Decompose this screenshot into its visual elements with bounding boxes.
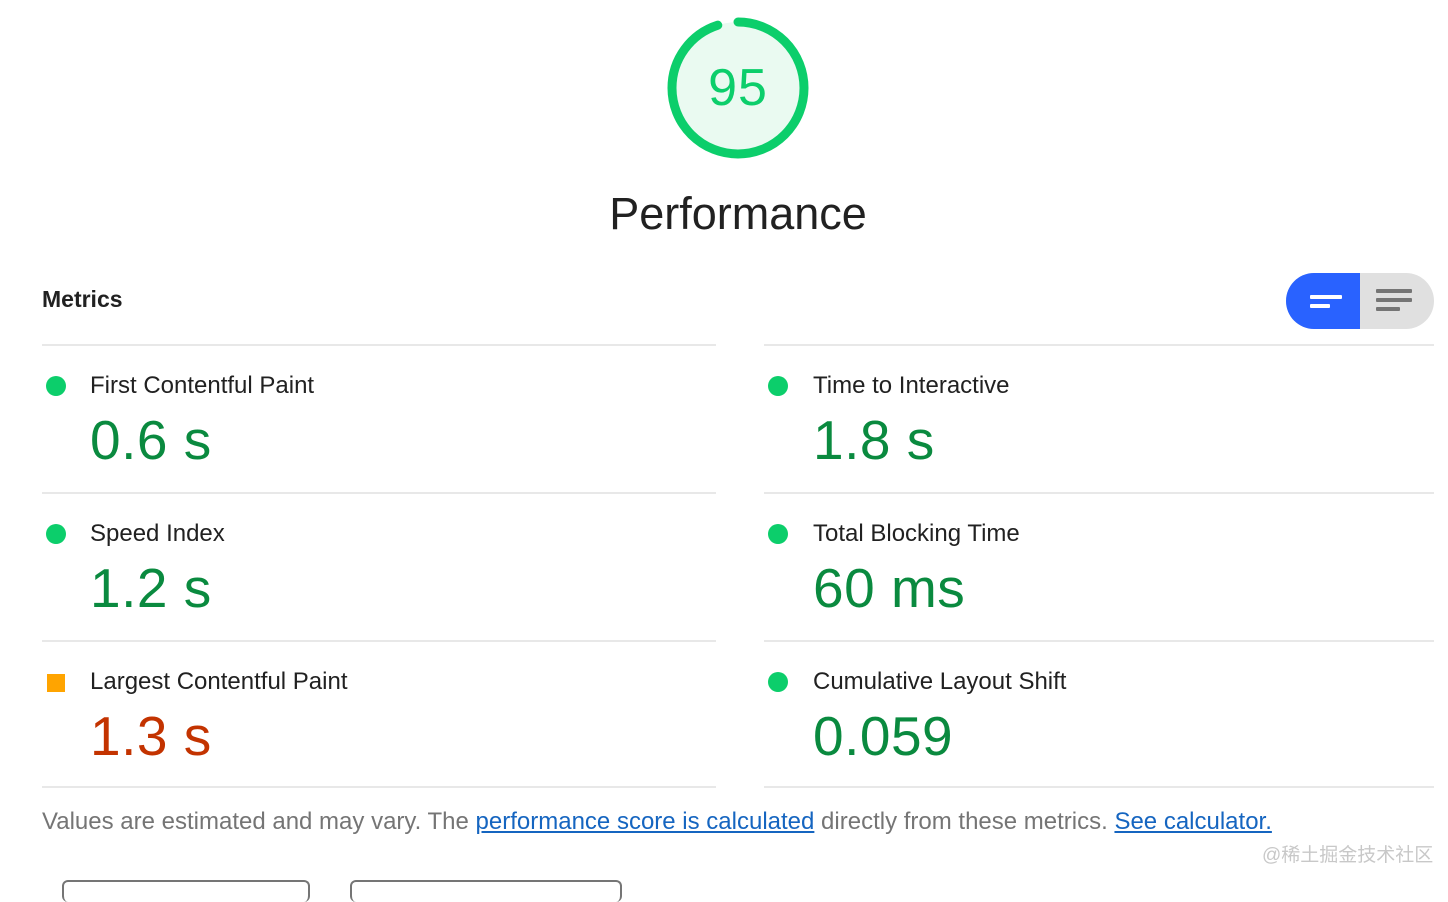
metric-value: 0.059	[813, 705, 954, 767]
metric-value: 60 ms	[813, 557, 966, 619]
metric-value: 1.3 s	[90, 705, 212, 767]
watermark: @稀土掘金技术社区	[1262, 845, 1434, 866]
metric-value: 0.6 s	[90, 409, 212, 471]
partial-button[interactable]	[62, 880, 310, 902]
pass-indicator-icon	[46, 524, 66, 544]
metrics-view-toggle[interactable]	[1286, 273, 1434, 329]
divider	[764, 786, 1434, 788]
divider	[42, 640, 716, 642]
category-title: Performance	[609, 188, 867, 239]
score-calculation-link[interactable]: performance score is calculated	[476, 808, 815, 835]
divider	[42, 492, 716, 494]
metric-value: 1.2 s	[90, 557, 212, 619]
pass-indicator-icon	[768, 524, 788, 544]
metrics-disclaimer: Values are estimated and may vary. The p…	[42, 808, 1272, 836]
see-calculator-link[interactable]: See calculator.	[1114, 808, 1271, 835]
metric-label: Total Blocking Time	[813, 520, 1020, 547]
compact-view-button[interactable]	[1286, 273, 1360, 329]
metric-label: Time to Interactive	[813, 372, 1010, 399]
divider	[42, 786, 716, 788]
pass-indicator-icon	[768, 672, 788, 692]
disclaimer-text: directly from these metrics.	[814, 808, 1115, 835]
pass-indicator-icon	[768, 376, 788, 396]
divider	[764, 640, 1434, 642]
disclaimer-text: Values are estimated and may vary. The	[42, 808, 476, 835]
metric-label: Speed Index	[90, 520, 225, 547]
partial-button[interactable]	[350, 880, 622, 902]
metric-value: 1.8 s	[813, 409, 935, 471]
divider	[764, 344, 1434, 346]
metrics-heading: Metrics	[42, 286, 123, 312]
score-value: 95	[708, 59, 768, 117]
divider	[42, 344, 716, 346]
metric-label: Cumulative Layout Shift	[813, 668, 1067, 695]
average-indicator-icon	[47, 674, 65, 692]
expanded-view-button[interactable]	[1360, 273, 1434, 329]
performance-score-gauge: 95	[664, 14, 812, 162]
metric-label: Largest Contentful Paint	[90, 668, 348, 695]
metric-label: First Contentful Paint	[90, 372, 315, 399]
pass-indicator-icon	[46, 376, 66, 396]
divider	[764, 492, 1434, 494]
